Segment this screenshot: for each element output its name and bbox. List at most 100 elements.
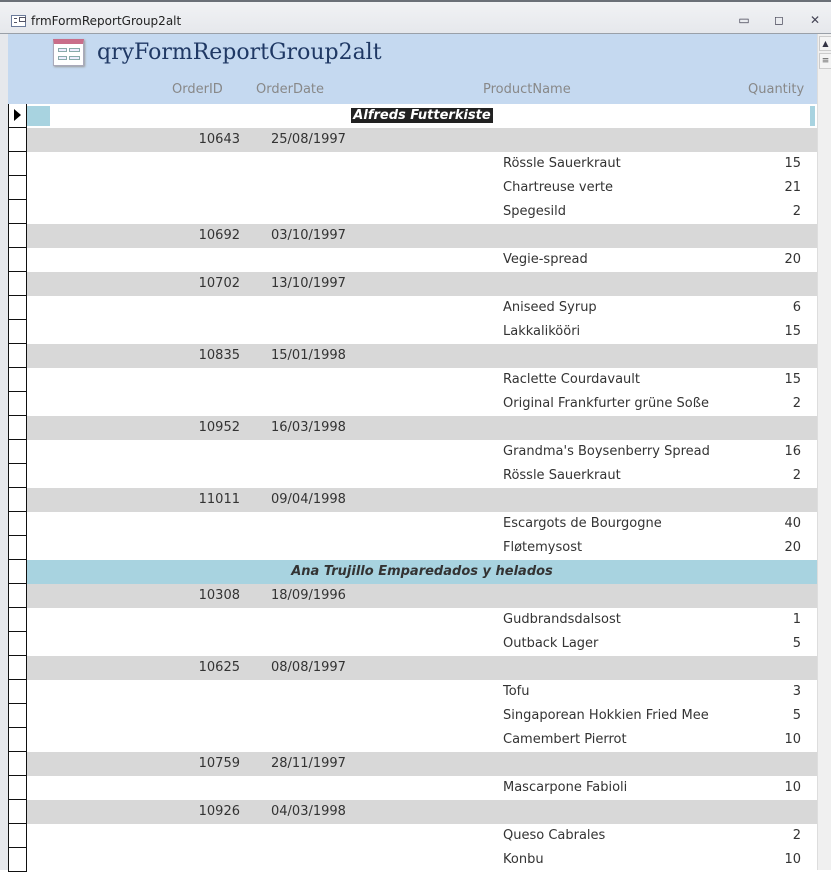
quantity[interactable]: 20 [784, 540, 801, 555]
detail-row[interactable]: Outback Lager 5 [8, 632, 817, 656]
product-name[interactable]: Rössle Sauerkraut [503, 156, 621, 171]
record-selector[interactable] [8, 632, 27, 656]
quantity[interactable]: 10 [784, 732, 801, 747]
detail-row[interactable]: Chartreuse verte 21 [8, 176, 817, 200]
product-name[interactable]: Spegesild [503, 204, 566, 219]
product-name[interactable]: Rössle Sauerkraut [503, 468, 621, 483]
order-date[interactable]: 09/04/1998 [271, 492, 346, 507]
record-selector[interactable] [8, 824, 27, 848]
record-selector[interactable] [8, 248, 27, 272]
detail-row[interactable]: Konbu 10 [8, 848, 817, 872]
detail-row[interactable]: Camembert Pierrot 10 [8, 728, 817, 752]
quantity[interactable]: 1 [793, 612, 801, 627]
order-row[interactable]: 10625 08/08/1997 [8, 656, 817, 680]
quantity[interactable]: 15 [784, 324, 801, 339]
product-name[interactable]: Mascarpone Fabioli [503, 780, 627, 795]
product-name[interactable]: Fløtemysost [503, 540, 582, 555]
order-id[interactable]: 10643 [185, 132, 240, 147]
order-date[interactable]: 08/08/1997 [271, 660, 346, 675]
quantity[interactable]: 10 [784, 780, 801, 795]
scroll-up-button[interactable]: ▲ [819, 36, 831, 51]
quantity[interactable]: 2 [793, 204, 801, 219]
close-button[interactable]: ✕ [808, 14, 822, 26]
order-row[interactable]: 11011 09/04/1998 [8, 488, 817, 512]
scroll-thumb[interactable]: ≡ [819, 53, 831, 69]
order-id[interactable]: 10759 [185, 756, 240, 771]
product-name[interactable]: Raclette Courdavault [503, 372, 640, 387]
quantity[interactable]: 40 [784, 516, 801, 531]
detail-row[interactable]: Fløtemysost 20 [8, 536, 817, 560]
product-name[interactable]: Gudbrandsdalsost [503, 612, 621, 627]
record-selector[interactable] [8, 512, 27, 536]
order-id[interactable]: 10952 [185, 420, 240, 435]
quantity[interactable]: 2 [793, 828, 801, 843]
order-date[interactable]: 18/09/1996 [271, 588, 346, 603]
quantity[interactable]: 21 [784, 180, 801, 195]
record-selector[interactable] [8, 440, 27, 464]
quantity[interactable]: 16 [784, 444, 801, 459]
order-id[interactable]: 10308 [185, 588, 240, 603]
record-selector[interactable] [8, 104, 27, 128]
detail-row[interactable]: Queso Cabrales 2 [8, 824, 817, 848]
record-selector[interactable] [8, 848, 27, 872]
order-date[interactable]: 03/10/1997 [271, 228, 346, 243]
order-id[interactable]: 10835 [185, 348, 240, 363]
order-id[interactable]: 10926 [185, 804, 240, 819]
order-date[interactable]: 16/03/1998 [271, 420, 346, 435]
record-selector[interactable] [8, 656, 27, 680]
detail-row[interactable]: Rössle Sauerkraut 2 [8, 464, 817, 488]
quantity[interactable]: 15 [784, 156, 801, 171]
order-row[interactable]: 10759 28/11/1997 [8, 752, 817, 776]
order-id[interactable]: 11011 [185, 492, 240, 507]
record-selector[interactable] [8, 392, 27, 416]
record-selector[interactable] [8, 272, 27, 296]
product-name[interactable]: Chartreuse verte [503, 180, 613, 195]
order-row[interactable]: 10926 04/03/1998 [8, 800, 817, 824]
record-selector[interactable] [8, 608, 27, 632]
restore-button[interactable]: ◻ [772, 14, 786, 26]
product-name[interactable]: Original Frankfurter grüne Soße [503, 396, 709, 411]
customer-row[interactable]: Ana Trujillo Emparedados y helados [8, 560, 817, 584]
quantity[interactable]: 2 [793, 468, 801, 483]
customer-name[interactable]: Alfreds Futterkiste [351, 108, 493, 123]
order-date[interactable]: 25/08/1997 [271, 132, 346, 147]
product-name[interactable]: Konbu [503, 852, 544, 867]
product-name[interactable]: Tofu [503, 684, 530, 699]
product-name[interactable]: Escargots de Bourgogne [503, 516, 662, 531]
record-selector[interactable] [8, 128, 27, 152]
record-selector[interactable] [8, 776, 27, 800]
detail-row[interactable]: Mascarpone Fabioli 10 [8, 776, 817, 800]
order-row[interactable]: 10643 25/08/1997 [8, 128, 817, 152]
detail-row[interactable]: Tofu 3 [8, 680, 817, 704]
product-name[interactable]: Vegie-spread [503, 252, 588, 267]
order-row[interactable]: 10835 15/01/1998 [8, 344, 817, 368]
record-selector[interactable] [8, 224, 27, 248]
detail-row[interactable]: Escargots de Bourgogne 40 [8, 512, 817, 536]
order-row[interactable]: 10952 16/03/1998 [8, 416, 817, 440]
record-selector[interactable] [8, 176, 27, 200]
product-name[interactable]: Singaporean Hokkien Fried Mee [503, 708, 709, 723]
record-selector[interactable] [8, 344, 27, 368]
quantity[interactable]: 5 [793, 708, 801, 723]
product-name[interactable]: Grandma's Boysenberry Spread [503, 444, 710, 459]
quantity[interactable]: 5 [793, 636, 801, 651]
order-row[interactable]: 10308 18/09/1996 [8, 584, 817, 608]
record-selector[interactable] [8, 320, 27, 344]
record-selector[interactable] [8, 584, 27, 608]
detail-row[interactable]: Vegie-spread 20 [8, 248, 817, 272]
quantity[interactable]: 15 [784, 372, 801, 387]
record-selector[interactable] [8, 536, 27, 560]
record-selector[interactable] [8, 704, 27, 728]
product-name[interactable]: Camembert Pierrot [503, 732, 627, 747]
detail-row[interactable]: Rössle Sauerkraut 15 [8, 152, 817, 176]
quantity[interactable]: 20 [784, 252, 801, 267]
record-selector[interactable] [8, 200, 27, 224]
record-selector[interactable] [8, 800, 27, 824]
product-name[interactable]: Queso Cabrales [503, 828, 605, 843]
record-selector[interactable] [8, 464, 27, 488]
order-row[interactable]: 10702 13/10/1997 [8, 272, 817, 296]
record-selector[interactable] [8, 488, 27, 512]
record-selector[interactable] [8, 416, 27, 440]
record-selector[interactable] [8, 728, 27, 752]
record-selector[interactable] [8, 152, 27, 176]
